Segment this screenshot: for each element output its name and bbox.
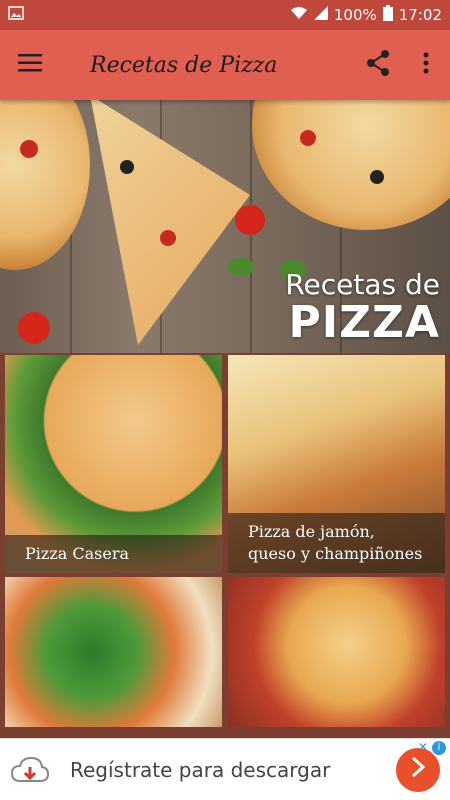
pizza-image-right: [252, 100, 450, 230]
battery-percent: 100%: [333, 6, 377, 24]
menu-button[interactable]: [0, 30, 60, 100]
recipe-card-3[interactable]: [5, 577, 222, 727]
app-toolbar: Recetas de Pizza: [0, 30, 450, 100]
hero-title: Recetas de PIZZA: [285, 268, 440, 345]
signal-icon: [313, 6, 328, 24]
share-button[interactable]: [354, 30, 402, 100]
gallery-notification-icon: [8, 6, 24, 24]
clock: 17:02: [398, 6, 442, 24]
hero-banner: Recetas de PIZZA: [0, 100, 450, 353]
pizza-image-left: [0, 100, 90, 270]
status-bar: 100% 17:02: [0, 0, 450, 30]
ad-go-button[interactable]: [396, 747, 440, 792]
battery-icon: [382, 5, 393, 25]
app-title: Recetas de Pizza: [90, 52, 278, 78]
ad-info-icon[interactable]: i: [432, 741, 446, 755]
hamburger-icon: [18, 54, 42, 76]
recipe-card-jamon-queso-champinones[interactable]: Pizza de jamón, queso y champiñones: [228, 355, 445, 573]
more-vert-icon: [423, 52, 429, 78]
recipe-card-pizza-casera[interactable]: Pizza Casera: [5, 355, 222, 573]
ad-banner[interactable]: Regístrate para descargar ✕ i: [0, 738, 450, 800]
overflow-menu-button[interactable]: [402, 30, 450, 100]
recipe-grid: Pizza Casera Pizza de jamón, queso y cha…: [0, 353, 450, 738]
ad-close-icon[interactable]: ✕: [418, 740, 428, 754]
recipe-card-4[interactable]: [228, 577, 445, 727]
recipe-caption: Pizza Casera: [5, 535, 222, 573]
ad-text: Regístrate para descargar: [70, 757, 331, 782]
hero-main-title: PIZZA: [288, 297, 440, 348]
chevron-right-icon: [411, 755, 426, 785]
share-icon: [366, 50, 390, 80]
recipe-caption: Pizza de jamón, queso y champiñones: [228, 513, 445, 573]
cloud-download-icon: [0, 755, 60, 785]
pizza-slice-image: [90, 100, 250, 345]
wifi-icon: [290, 6, 308, 24]
